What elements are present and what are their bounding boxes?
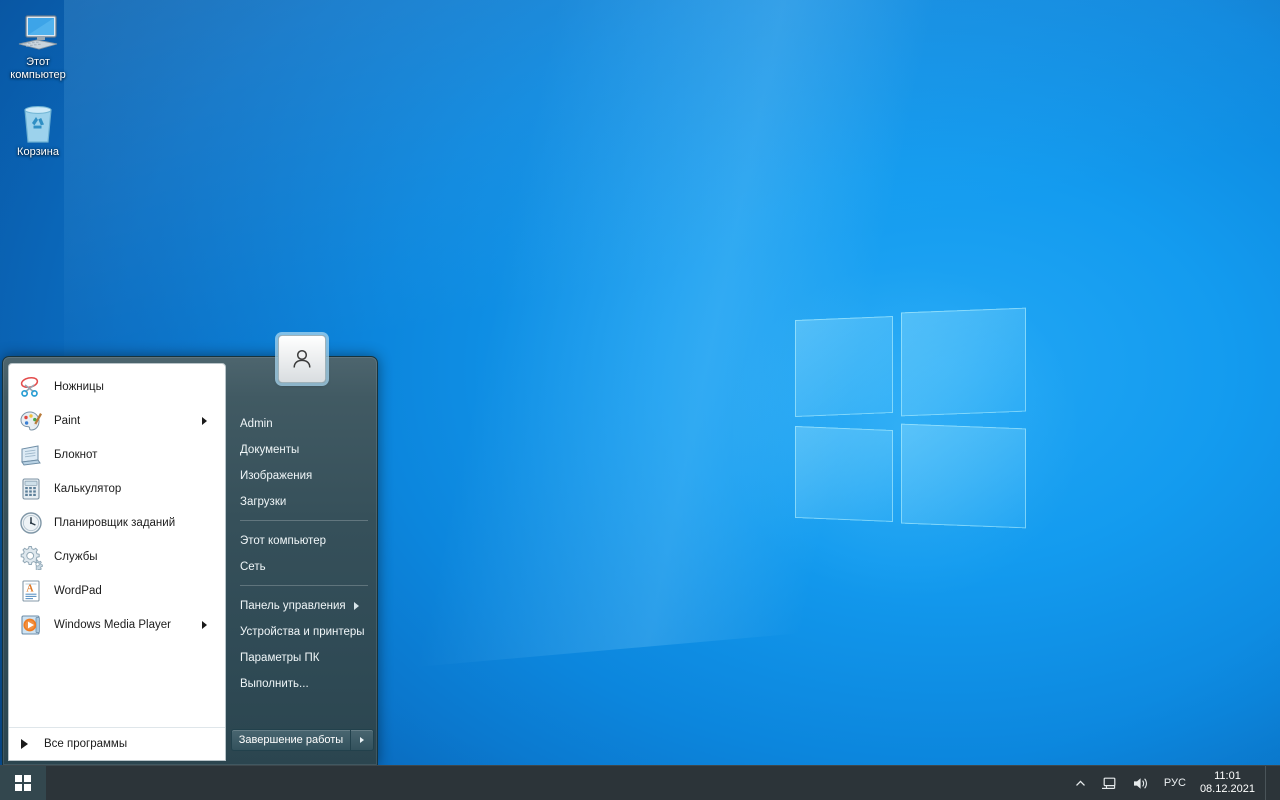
shutdown-label: Завершение работы — [239, 734, 343, 746]
places-separator — [240, 585, 368, 586]
all-programs-divider: Все программы — [9, 727, 225, 760]
snipping-tool-icon — [17, 373, 45, 401]
all-programs-label: Все программы — [44, 738, 127, 750]
tray-language-label: РУС — [1164, 777, 1186, 789]
program-item-windows-media-player[interactable]: Windows Media Player — [9, 608, 225, 642]
submenu-arrow-icon — [354, 602, 367, 610]
desktop-icon-label: Этот компьютер — [0, 56, 76, 81]
speaker-icon — [1132, 776, 1149, 791]
tray-network-button[interactable] — [1094, 766, 1125, 800]
place-item-this-pc[interactable]: Этот компьютер — [231, 528, 374, 554]
show-desktop-button[interactable] — [1265, 766, 1274, 800]
place-item-label: Загрузки — [240, 496, 354, 508]
paint-icon — [17, 407, 45, 435]
start-menu[interactable]: Ножницы — [2, 356, 378, 766]
tray-volume-button[interactable] — [1125, 766, 1156, 800]
program-item-label: WordPad — [54, 585, 202, 597]
desktop-icon-label: Корзина — [0, 146, 76, 159]
place-item-label: Admin — [240, 418, 354, 430]
place-item-label: Выполнить... — [240, 678, 354, 690]
place-item-label: Устройства и принтеры — [240, 626, 365, 638]
desktop-icon-this-pc[interactable]: Этот компьютер — [0, 8, 76, 81]
svg-text:A: A — [26, 584, 34, 595]
program-list: Ножницы — [9, 364, 225, 642]
clock-time: 11:01 — [1214, 770, 1241, 783]
taskbar[interactable]: РУС 11:01 08.12.2021 — [0, 765, 1280, 800]
chevron-right-icon — [360, 737, 364, 743]
place-item-label: Этот компьютер — [240, 535, 354, 547]
notepad-icon — [17, 441, 45, 469]
all-programs-button[interactable]: Все программы — [9, 728, 225, 760]
program-item-label: Планировщик заданий — [54, 517, 202, 529]
program-item-notepad[interactable]: Блокнот — [9, 438, 225, 472]
place-item-admin[interactable]: Admin — [231, 411, 374, 437]
place-item-downloads[interactable]: Загрузки — [231, 489, 374, 515]
places-group-system: Этот компьютер Сеть — [231, 526, 374, 580]
desktop[interactable]: Этот компьютер Корзина — [0, 0, 1280, 800]
program-item-snipping-tool[interactable]: Ножницы — [9, 370, 225, 404]
calculator-icon — [17, 475, 45, 503]
tray-overflow-button[interactable] — [1067, 766, 1094, 800]
place-item-label: Документы — [240, 444, 354, 456]
place-item-label: Изображения — [240, 470, 354, 482]
start-menu-places-panel[interactable]: Admin Документы Изображения Загрузки — [231, 363, 374, 761]
shutdown-options-button[interactable] — [350, 729, 374, 751]
program-item-label: Ножницы — [54, 381, 202, 393]
shutdown-button[interactable]: Завершение работы — [231, 729, 350, 751]
taskbar-empty-area[interactable] — [46, 766, 1067, 800]
place-item-pictures[interactable]: Изображения — [231, 463, 374, 489]
places-group-settings: Панель управления Устройства и принтеры … — [231, 591, 374, 697]
program-item-label: Windows Media Player — [54, 619, 202, 631]
computer-icon — [0, 8, 76, 54]
program-item-wordpad[interactable]: A WordPad — [9, 574, 225, 608]
task-scheduler-icon — [17, 509, 45, 537]
program-item-label: Блокнот — [54, 449, 202, 461]
place-item-control-panel[interactable]: Панель управления — [231, 593, 374, 619]
submenu-arrow-icon — [202, 621, 217, 629]
windows-logo-icon — [15, 775, 32, 792]
network-icon — [1101, 776, 1118, 791]
tray-language-indicator[interactable]: РУС — [1156, 766, 1194, 800]
media-player-icon — [17, 611, 45, 639]
places-separator — [240, 520, 368, 521]
shutdown-row[interactable]: Завершение работы — [231, 729, 374, 751]
place-item-label: Параметры ПК — [240, 652, 354, 664]
recycle-bin-icon — [0, 98, 76, 144]
program-item-label: Калькулятор — [54, 483, 202, 495]
place-item-run[interactable]: Выполнить... — [231, 671, 374, 697]
system-tray[interactable]: РУС 11:01 08.12.2021 — [1067, 766, 1280, 800]
place-item-devices-and-printers[interactable]: Устройства и принтеры — [231, 619, 374, 645]
program-item-paint[interactable]: Paint — [9, 404, 225, 438]
program-item-calculator[interactable]: Калькулятор — [9, 472, 225, 506]
chevron-up-icon — [1074, 777, 1087, 790]
program-item-task-scheduler[interactable]: Планировщик заданий — [9, 506, 225, 540]
chevron-right-icon — [21, 739, 28, 749]
program-item-label: Службы — [54, 551, 202, 563]
desktop-icon-recycle-bin[interactable]: Корзина — [0, 98, 76, 159]
submenu-arrow-icon — [202, 417, 217, 425]
place-item-network[interactable]: Сеть — [231, 554, 374, 580]
place-item-label: Панель управления — [240, 600, 354, 612]
place-item-pc-settings[interactable]: Параметры ПК — [231, 645, 374, 671]
windows-hero-logo-icon — [793, 308, 1028, 545]
place-item-documents[interactable]: Документы — [231, 437, 374, 463]
program-item-label: Paint — [54, 415, 202, 427]
clock-date: 08.12.2021 — [1200, 783, 1255, 796]
tray-clock[interactable]: 11:01 08.12.2021 — [1194, 766, 1265, 800]
places-group-user: Admin Документы Изображения Загрузки — [231, 409, 374, 515]
services-icon — [17, 543, 45, 571]
place-item-label: Сеть — [240, 561, 354, 573]
program-item-services[interactable]: Службы — [9, 540, 225, 574]
wordpad-icon: A — [17, 577, 45, 605]
start-button[interactable] — [0, 766, 46, 800]
start-menu-programs-panel[interactable]: Ножницы — [8, 363, 226, 761]
